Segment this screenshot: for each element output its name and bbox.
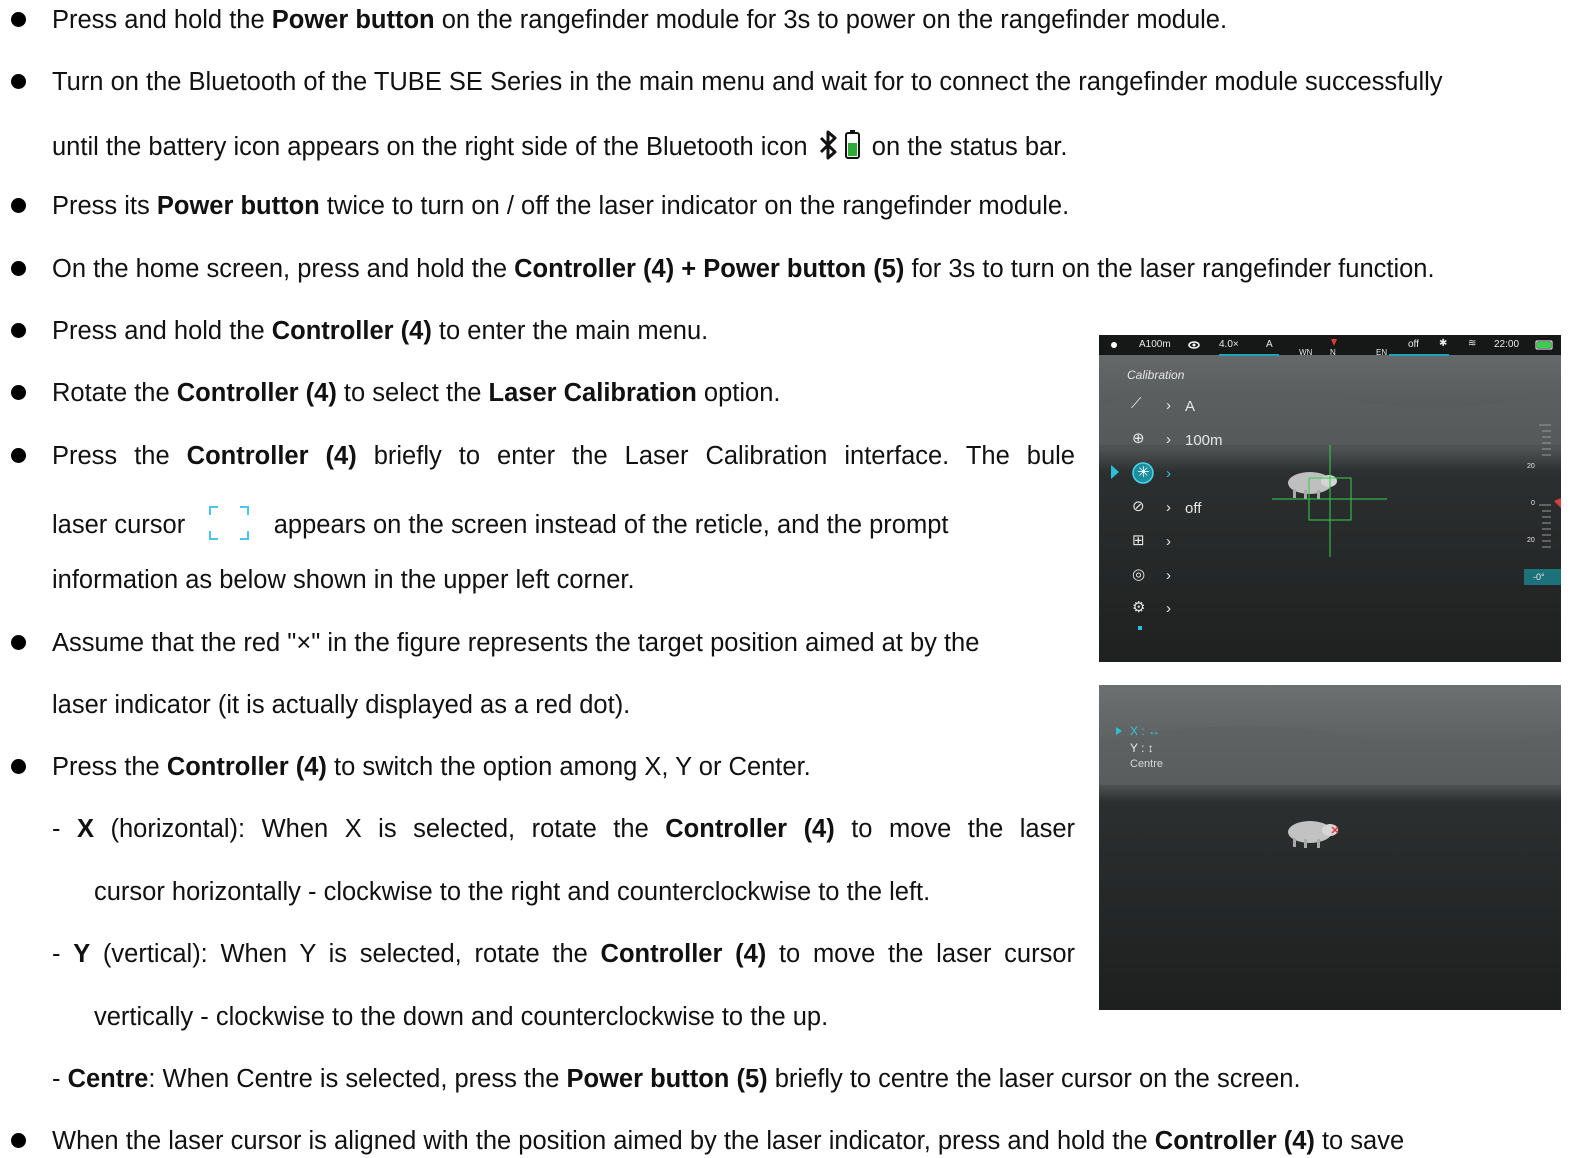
option-y: Y : ↕: [1130, 741, 1154, 755]
step-power-on: Press and hold the Power button on the r…: [52, 6, 1228, 34]
step-rangefinder-on: On the home screen, press and hold the C…: [52, 255, 1435, 283]
step-switch-option: Press the Controller (4) to switch the o…: [52, 753, 811, 781]
rifle-icon: ⟋: [1131, 395, 1142, 412]
menu-chevron: ›: [1166, 397, 1171, 414]
step-enter-calibration: Press the Controller (4) briefly to ente…: [52, 442, 1075, 470]
menu-title: Calibration: [1127, 368, 1185, 382]
compass-icon: ◎: [1132, 566, 1146, 583]
bullet: [11, 12, 26, 27]
bullet: [11, 323, 26, 338]
step-laser-indicator: Press its Power button twice to turn on …: [52, 192, 1070, 220]
thermal-scene: [1099, 685, 1561, 1010]
bullet: [11, 74, 26, 89]
display-off-icon: ⊘: [1132, 498, 1145, 515]
device-screenshot-calibration: X : ↔ Y : ↕ Centre: [1099, 685, 1561, 1010]
bluetooth-battery-icon: [815, 129, 865, 168]
laser-cursor-icon: [206, 503, 252, 550]
bullet: [11, 1133, 26, 1148]
status-mode: A: [1266, 339, 1273, 350]
bullet: [11, 385, 26, 400]
menu-chevron: ›: [1166, 499, 1171, 516]
step-enter-calibration-cont: laser cursor appears on the screen inste…: [52, 503, 949, 550]
status-range: A100m: [1139, 339, 1171, 350]
compass-left: WN: [1299, 348, 1313, 357]
bullet: [11, 759, 26, 774]
menu-item-value: A: [1185, 398, 1196, 415]
menu-item-value: off: [1185, 500, 1202, 517]
menu-chevron: ›: [1166, 567, 1171, 584]
status-display: off: [1408, 339, 1419, 350]
step-main-menu: Press and hold the Controller (4) to ent…: [52, 317, 709, 345]
status-zoom: 4.0×: [1219, 339, 1239, 350]
menu-chevron: ›: [1166, 465, 1171, 482]
scale-mid: 0: [1531, 500, 1535, 507]
menu-chevron: ›: [1166, 600, 1171, 617]
add-box-icon: ⊞: [1132, 532, 1145, 549]
scale-top: 20: [1527, 463, 1535, 470]
menu-chevron: ›: [1166, 533, 1171, 550]
compass-right: EN: [1376, 348, 1388, 357]
status-time: 22:00: [1494, 339, 1520, 350]
settings-gear-icon: ⚙: [1132, 599, 1146, 616]
step-select-calibration: Rotate the Controller (4) to select the …: [52, 379, 781, 407]
wifi-icon: ≋: [1468, 338, 1477, 349]
step-assume-target: Assume that the red "×" in the figure re…: [52, 629, 980, 657]
menu-chevron: ›: [1166, 431, 1171, 448]
bluetooth-icon: ✱: [1439, 338, 1448, 349]
step-assume-target-cont: laser indicator (it is actually displaye…: [52, 691, 631, 719]
scale-angle: -0°: [1533, 572, 1545, 582]
bullet: [11, 261, 26, 276]
step-y-vertical-cont: vertically - clockwise to the down and c…: [94, 1003, 829, 1031]
step-x-horizontal-cont: cursor horizontally - clockwise to the r…: [94, 878, 931, 906]
bullet: [11, 635, 26, 650]
step-x-horizontal: - X (horizontal): When X is selected, ro…: [52, 815, 1075, 843]
step-bluetooth-cont: until the battery icon appears on the ri…: [52, 129, 1067, 168]
option-centre: Centre: [1130, 758, 1164, 770]
laser-calibration-icon: ✳: [1137, 464, 1150, 481]
menu-item-value: 100m: [1185, 432, 1223, 449]
step-centre: - Centre: When Centre is selected, press…: [52, 1065, 1301, 1093]
scale-bottom: 20: [1527, 537, 1535, 544]
step-bluetooth: Turn on the Bluetooth of the TUBE SE Ser…: [52, 68, 1443, 96]
bullet: [11, 198, 26, 213]
bullet: [11, 448, 26, 463]
compass-mid: N: [1330, 348, 1336, 357]
step-save: When the laser cursor is aligned with th…: [52, 1127, 1405, 1155]
step-enter-calibration-cont2: information as below shown in the upper …: [52, 566, 635, 594]
option-x: X : ↔: [1130, 724, 1161, 738]
crosshair-icon: ⊕: [1132, 430, 1145, 447]
step-y-vertical: - Y (vertical): When Y is selected, rota…: [52, 940, 1075, 968]
device-screenshot-menu: A100m 4.0× A WN N EN off ✱ ≋ 22:00 Calib…: [1099, 335, 1561, 662]
